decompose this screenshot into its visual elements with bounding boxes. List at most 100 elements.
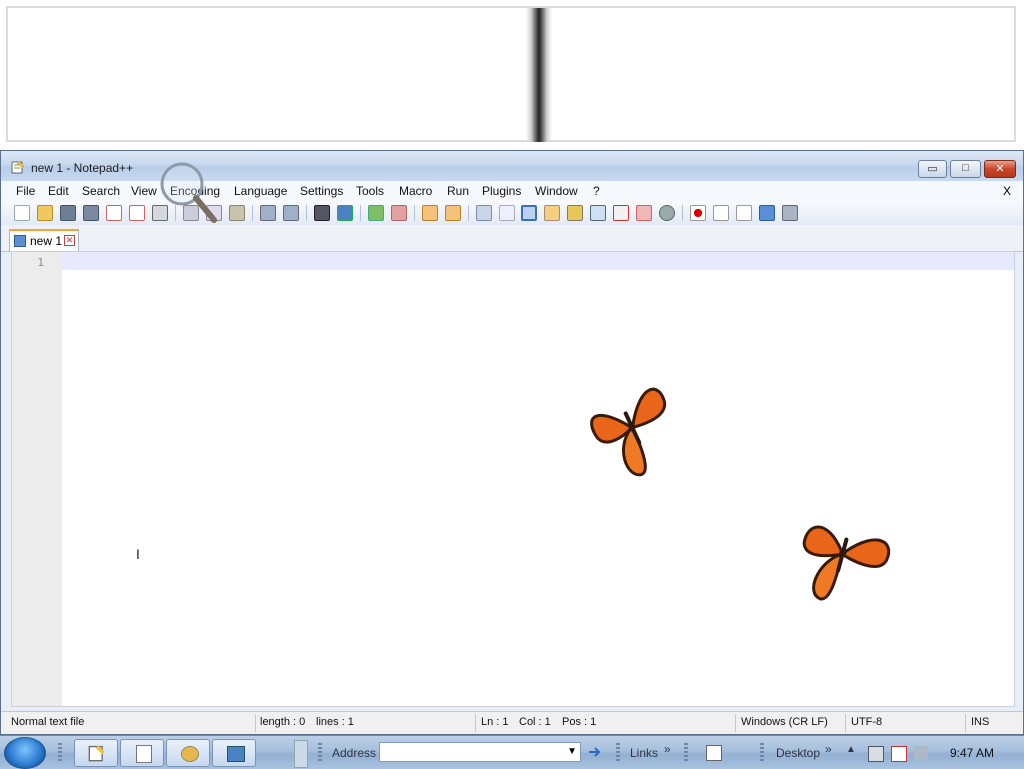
sync-horizontal-icon[interactable] <box>445 205 461 221</box>
menu-run[interactable]: Run <box>447 184 469 198</box>
start-button[interactable] <box>4 737 46 769</box>
folder-workspace-icon[interactable] <box>613 205 629 221</box>
toolbar-separator <box>468 205 469 221</box>
background-window-frame <box>6 6 1016 142</box>
address-input[interactable]: ▼ <box>379 742 581 762</box>
status-mode: INS <box>971 716 990 728</box>
eye-icon[interactable] <box>659 205 675 221</box>
save-macro-icon[interactable] <box>782 205 798 221</box>
open-file-icon[interactable] <box>37 205 53 221</box>
toolbar-separator <box>306 205 307 221</box>
tab-label: new 1 <box>30 234 63 248</box>
close-document-button[interactable]: X <box>1003 184 1011 198</box>
tab-new-1[interactable]: new 1 ✕ <box>9 229 79 251</box>
text-cursor-icon: I <box>136 546 140 562</box>
desktop-label: Desktop <box>776 746 821 760</box>
function-list-icon[interactable] <box>590 205 606 221</box>
word-wrap-icon[interactable] <box>476 205 492 221</box>
menu-language[interactable]: Language <box>234 184 287 198</box>
play-macro-icon[interactable] <box>736 205 752 221</box>
zoom-in-icon[interactable] <box>368 205 384 221</box>
magnifier-icon <box>160 162 217 223</box>
menu-file[interactable]: File <box>16 184 35 198</box>
notepadpp-app-icon <box>11 160 25 174</box>
tray-expand-icon[interactable]: ▲ <box>846 744 856 755</box>
taskbar-grip[interactable] <box>684 743 688 763</box>
taskbar-window-button[interactable] <box>166 739 210 767</box>
find-icon[interactable] <box>314 205 330 221</box>
close-all-icon[interactable] <box>129 205 145 221</box>
security-alert-icon[interactable] <box>891 746 907 762</box>
taskbar-grip[interactable] <box>760 743 764 763</box>
run-macro-multiple-icon[interactable] <box>759 205 775 221</box>
monitor-icon[interactable] <box>636 205 652 221</box>
menu-search[interactable]: Search <box>82 184 120 198</box>
indent-guide-icon[interactable] <box>521 205 537 221</box>
taskbar-grip[interactable] <box>58 743 62 763</box>
menu-help[interactable]: ? <box>593 184 600 198</box>
menu-settings[interactable]: Settings <box>300 184 343 198</box>
menu-edit[interactable]: Edit <box>48 184 69 198</box>
network-icon[interactable] <box>868 746 884 762</box>
background-divider-bar <box>526 8 552 142</box>
menu-macro[interactable]: Macro <box>399 184 432 198</box>
taskbar-notepadpp-button[interactable] <box>74 739 118 767</box>
close-file-icon[interactable] <box>106 205 122 221</box>
quick-launch-notepad-icon[interactable] <box>706 745 722 761</box>
stop-macro-icon[interactable] <box>713 205 729 221</box>
save-icon[interactable] <box>60 205 76 221</box>
butterfly-image <box>802 525 891 601</box>
status-lines: lines : 1 <box>316 716 354 728</box>
scroll-arrows[interactable] <box>294 740 308 768</box>
menu-window[interactable]: Window <box>535 184 578 198</box>
chevron-down-icon[interactable]: ▼ <box>567 746 577 757</box>
replace-icon[interactable] <box>337 205 353 221</box>
zoom-out-icon[interactable] <box>391 205 407 221</box>
maximize-icon: □ <box>962 162 969 174</box>
status-ln: Ln : 1 <box>481 716 509 728</box>
desktop-chevron-icon[interactable]: » <box>825 742 832 756</box>
editor-area[interactable]: 1 I <box>11 251 1015 707</box>
status-length: length : 0 <box>260 716 306 728</box>
clock[interactable]: 9:47 AM <box>950 746 994 760</box>
window-title: new 1 - Notepad++ <box>31 161 134 175</box>
toolbar-separator <box>682 205 683 221</box>
taskbar-grip[interactable] <box>616 743 620 763</box>
record-macro-icon[interactable] <box>690 205 706 221</box>
save-all-icon[interactable] <box>83 205 99 221</box>
links-chevron-icon[interactable]: » <box>664 742 671 756</box>
status-eol: Windows (CR LF) <box>741 716 828 728</box>
redo-icon[interactable] <box>283 205 299 221</box>
background-window <box>0 0 1024 150</box>
minimize-button[interactable]: ▭ <box>918 160 947 178</box>
status-separator <box>965 714 966 732</box>
taskbar-window-button[interactable] <box>120 739 164 767</box>
close-window-button[interactable]: ✕ <box>984 160 1016 178</box>
go-icon[interactable] <box>586 744 604 760</box>
taskbar-window-button[interactable] <box>212 739 256 767</box>
toolbar-separator <box>360 205 361 221</box>
menu-view[interactable]: View <box>131 184 157 198</box>
title-bar[interactable]: new 1 - Notepad++ ▭ □ ✕ <box>1 151 1023 181</box>
doc-map-icon[interactable] <box>567 205 583 221</box>
paste-icon[interactable] <box>229 205 245 221</box>
lang-icon[interactable] <box>544 205 560 221</box>
taskbar-grip[interactable] <box>318 743 322 763</box>
menu-plugins[interactable]: Plugins <box>482 184 521 198</box>
volume-icon[interactable] <box>914 746 928 760</box>
show-all-chars-icon[interactable] <box>499 205 515 221</box>
line-number-gutter: 1 <box>12 252 62 706</box>
text-editor[interactable] <box>66 254 1010 698</box>
undo-icon[interactable] <box>260 205 276 221</box>
tab-bar: new 1 ✕ <box>1 225 1023 252</box>
maximize-button[interactable]: □ <box>950 160 981 178</box>
status-separator <box>735 714 736 732</box>
tab-close-icon[interactable]: ✕ <box>64 235 75 246</box>
close-icon: ✕ <box>995 163 1005 175</box>
new-file-icon[interactable] <box>14 205 30 221</box>
minimize-icon: ▭ <box>927 163 938 175</box>
toolbar-separator <box>414 205 415 221</box>
status-separator <box>475 714 476 732</box>
menu-tools[interactable]: Tools <box>356 184 384 198</box>
sync-vertical-icon[interactable] <box>422 205 438 221</box>
